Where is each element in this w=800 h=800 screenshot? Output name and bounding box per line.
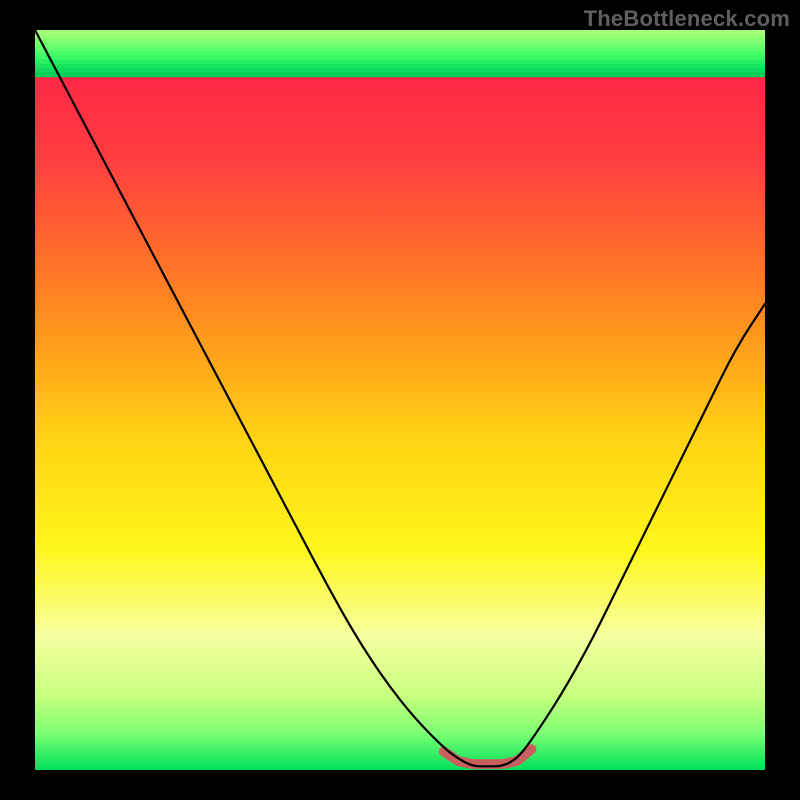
bottom-stripe [35, 43, 765, 48]
bottom-stripe [35, 60, 765, 65]
bottom-stripe [35, 64, 765, 69]
watermark-text: TheBottleneck.com [584, 6, 790, 32]
bottom-stripe [35, 72, 765, 77]
chart-plot-bg [35, 30, 765, 770]
bottom-stripe [35, 51, 765, 56]
bottom-stripe [35, 55, 765, 60]
bottom-stripe [35, 38, 765, 43]
bottom-stripe [35, 47, 765, 52]
bottom-stripe [35, 68, 765, 73]
chart-container: TheBottleneck.com [0, 0, 800, 800]
chart-svg [0, 0, 800, 800]
bottom-stripe [35, 34, 765, 39]
